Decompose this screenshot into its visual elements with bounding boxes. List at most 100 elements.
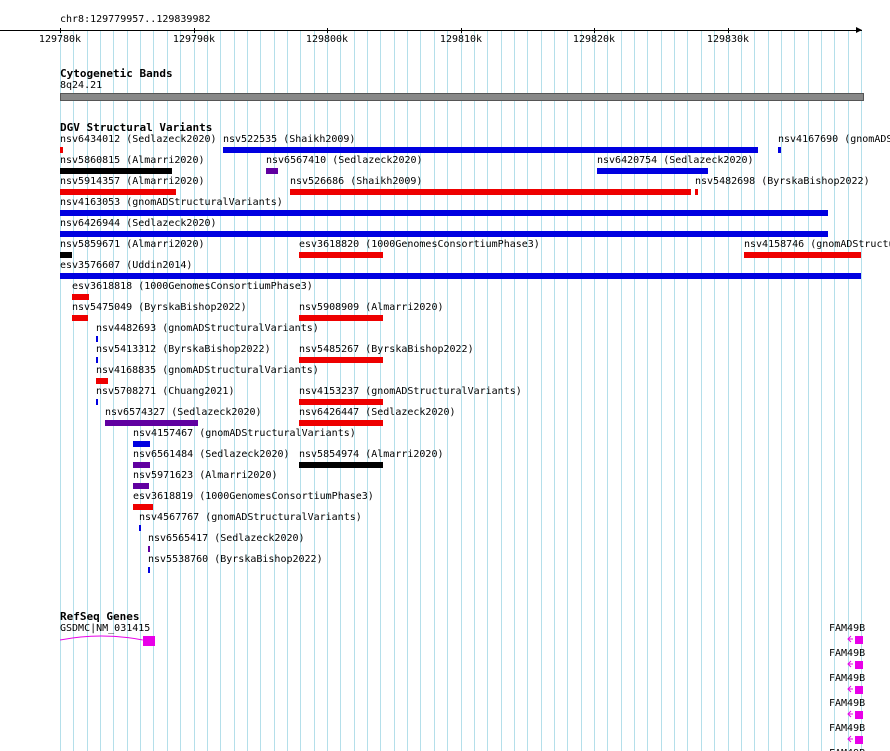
genome-browser-view: chr8:129779957..129839982 129780k 129790k…: [0, 0, 890, 751]
feature-bar-nsv5859671[interactable]: [60, 252, 72, 258]
grid-line: [687, 30, 688, 751]
feature-bar-nsv5914357[interactable]: [60, 189, 176, 195]
grid-line: [554, 30, 555, 751]
feature-label-nsv5485267: nsv5485267 (ByrskaBishop2022): [299, 344, 474, 355]
refseq-track-title[interactable]: RefSeq Genes: [60, 611, 139, 623]
gene-exon[interactable]: [855, 711, 863, 719]
gene-exon[interactable]: [855, 736, 863, 744]
ruler-tick: [327, 28, 328, 33]
feature-label-nsv4567767: nsv4567767 (gnomADStructuralVariants): [139, 512, 362, 523]
feature-bar-nsv5538760[interactable]: [148, 567, 150, 573]
feature-bar-nsv5485267[interactable]: [299, 357, 383, 363]
grid-line: [728, 30, 729, 751]
feature-label-esv3618819: esv3618819 (1000GenomesConsortiumPhase3): [133, 491, 374, 502]
grid-line: [527, 30, 528, 751]
feature-bar-nsv5908909[interactable]: [299, 315, 383, 321]
feature-bar-nsv5971623[interactable]: [133, 483, 149, 489]
feature-bar-nsv4163053[interactable]: [60, 210, 828, 216]
feature-bar-nsv4158746[interactable]: [744, 252, 861, 258]
feature-bar-nsv6567410[interactable]: [266, 168, 278, 174]
feature-label-nsv6565417: nsv6565417 (Sedlazeck2020): [148, 533, 305, 544]
feature-bar-nsv5708271[interactable]: [96, 399, 98, 405]
feature-bar-nsv6426447[interactable]: [299, 420, 383, 426]
feature-bar-nsv4153237[interactable]: [299, 399, 383, 405]
feature-bar-esv3576607[interactable]: [60, 273, 861, 279]
grid-line: [754, 30, 755, 751]
feature-label-nsv4153237: nsv4153237 (gnomADStructuralVariants): [299, 386, 522, 397]
ruler-end-arrow: [856, 27, 862, 33]
grid-line: [674, 30, 675, 751]
feature-bar-esv3618819[interactable]: [133, 504, 153, 510]
ruler-tick-label: 129820k: [572, 34, 616, 45]
feature-bar-nsv4567767[interactable]: [139, 525, 141, 531]
grid-line: [701, 30, 702, 751]
ruler-tick: [461, 28, 462, 33]
feature-label-nsv6434012: nsv6434012 (Sedlazeck2020): [60, 134, 217, 145]
feature-bar-nsv4157467[interactable]: [133, 441, 150, 447]
cytoband-bar[interactable]: [60, 93, 864, 101]
gene-exon[interactable]: [143, 636, 155, 646]
feature-label-nsv5708271: nsv5708271 (Chuang2021): [96, 386, 235, 397]
feature-bar-nsv6565417[interactable]: [148, 546, 150, 552]
feature-bar-nsv4482693[interactable]: [96, 336, 98, 342]
feature-label-nsv5482698: nsv5482698 (ByrskaBishop2022): [695, 176, 870, 187]
feature-bar-esv3618820[interactable]: [299, 252, 383, 258]
feature-label-nsv5860815: nsv5860815 (Almarri2020): [60, 155, 205, 166]
feature-bar-nsv4168835[interactable]: [96, 378, 108, 384]
grid-line: [621, 30, 622, 751]
ruler-tick-label: 129810k: [439, 34, 483, 45]
ruler-tick: [60, 28, 61, 33]
feature-bar-nsv6426944[interactable]: [60, 231, 828, 237]
ruler-tick-label: 129800k: [305, 34, 349, 45]
feature-bar-nsv6420754[interactable]: [597, 168, 708, 174]
grid-line: [768, 30, 769, 751]
grid-line: [581, 30, 582, 751]
grid-line: [661, 30, 662, 751]
feature-label-nsv5475049: nsv5475049 (ByrskaBishop2022): [72, 302, 247, 313]
gene-intron-line: [60, 635, 143, 641]
feature-bar-nsv526686[interactable]: [290, 189, 691, 195]
ruler-tick-label: 129790k: [172, 34, 216, 45]
feature-label-nsv5908909: nsv5908909 (Almarri2020): [299, 302, 444, 313]
gene-exon[interactable]: [855, 636, 863, 644]
feature-label-nsv6567410: nsv6567410 (Sedlazeck2020): [266, 155, 423, 166]
dgv-track-title[interactable]: DGV Structural Variants: [60, 122, 212, 134]
feature-label-nsv6574327: nsv6574327 (Sedlazeck2020): [105, 407, 262, 418]
feature-label-nsv5538760: nsv5538760 (ByrskaBishop2022): [148, 554, 323, 565]
feature-bar-nsv522535[interactable]: [223, 147, 758, 153]
feature-label-nsv526686: nsv526686 (Shaikh2009): [290, 176, 423, 187]
feature-label-nsv4163053: nsv4163053 (gnomADStructuralVariants): [60, 197, 283, 208]
feature-label-esv3618818: esv3618818 (1000GenomesConsortiumPhase3): [72, 281, 313, 292]
feature-bar-nsv5413312[interactable]: [96, 357, 98, 363]
ruler-tick-label: 129780k: [38, 34, 82, 45]
feature-bar-nsv6561484[interactable]: [133, 462, 150, 468]
grid-line: [541, 30, 542, 751]
grid-line: [607, 30, 608, 751]
feature-bar-nsv5854974[interactable]: [299, 462, 383, 468]
feature-bar-nsv5860815[interactable]: [60, 168, 172, 174]
feature-label-nsv5971623: nsv5971623 (Almarri2020): [133, 470, 278, 481]
feature-label-esv3576607: esv3576607 (Uddin2014): [60, 260, 193, 271]
gene-exon[interactable]: [855, 661, 863, 669]
feature-bar-nsv5475049[interactable]: [72, 315, 88, 321]
feature-bar-esv3618818[interactable]: [72, 294, 89, 300]
feature-bar-nsv5482698[interactable]: [695, 189, 698, 195]
grid-line: [647, 30, 648, 751]
feature-label-nsv4167690: nsv4167690 (gnomADStructuralVariants): [778, 134, 890, 145]
feature-label-nsv4158746: nsv4158746 (gnomADStructuralVariants): [744, 239, 890, 250]
feature-bar-nsv6574327[interactable]: [105, 420, 198, 426]
grid-line: [714, 30, 715, 751]
grid-line: [594, 30, 595, 751]
ruler-tick-label: 129830k: [706, 34, 750, 45]
grid-line: [567, 30, 568, 751]
feature-bar-nsv6434012[interactable]: [60, 147, 63, 153]
locus-label: chr8:129779957..129839982: [60, 14, 211, 25]
feature-label-nsv6420754: nsv6420754 (Sedlazeck2020): [597, 155, 754, 166]
feature-label-nsv4168835: nsv4168835 (gnomADStructuralVariants): [96, 365, 319, 376]
cytoband-track-title[interactable]: Cytogenetic Bands: [60, 68, 173, 80]
feature-label-nsv5914357: nsv5914357 (Almarri2020): [60, 176, 205, 187]
feature-bar-nsv4167690[interactable]: [778, 147, 781, 153]
coordinate-ruler[interactable]: [0, 30, 862, 31]
feature-label-nsv522535: nsv522535 (Shaikh2009): [223, 134, 356, 145]
gene-exon[interactable]: [855, 686, 863, 694]
